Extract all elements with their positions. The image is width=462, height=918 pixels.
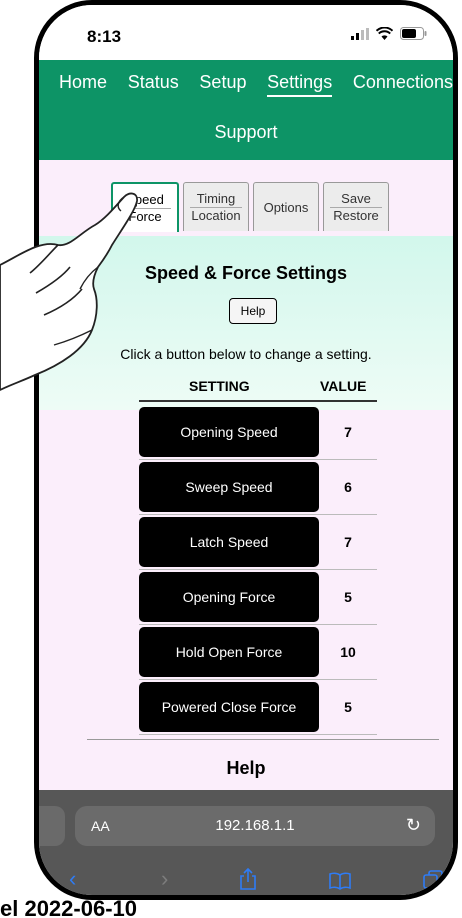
browser-toolbar: AA 192.168.1.1 ↻ ‹ ›: [39, 790, 453, 895]
tab-line1: Save: [341, 191, 371, 206]
opening-speed-value: 7: [344, 424, 352, 440]
table-row: Hold Open Force 10: [139, 625, 377, 680]
tab-save-restore[interactable]: Save Restore: [323, 182, 389, 231]
previous-tab-preview[interactable]: [39, 806, 65, 846]
table-row: Opening Force 5: [139, 570, 377, 625]
header-rule: [139, 400, 377, 402]
hold-open-force-button[interactable]: Hold Open Force: [139, 627, 319, 677]
forward-icon: ›: [161, 866, 169, 891]
tab-line1: Timing: [196, 191, 236, 206]
address-bar[interactable]: AA 192.168.1.1 ↻: [75, 806, 435, 846]
sweep-speed-value: 6: [344, 479, 352, 495]
share-icon[interactable]: [239, 868, 257, 890]
instruction-text: Click a button below to change a setting…: [120, 346, 372, 362]
table-row: Opening Speed 7: [139, 405, 377, 460]
powered-close-force-value: 5: [344, 699, 352, 715]
battery-icon: [400, 27, 427, 40]
table-row: Sweep Speed 6: [139, 460, 377, 515]
nav-setup[interactable]: Setup: [199, 72, 246, 97]
status-time: 8:13: [87, 27, 122, 46]
tab-line1: Options: [263, 199, 309, 215]
nav-row: Home Status Setup Settings Connections: [39, 72, 453, 97]
phone-frame: 8:13 Home Status Setup Settings Connecti…: [34, 0, 458, 900]
help-heading: Help: [226, 758, 266, 778]
tab-options[interactable]: Options: [253, 182, 319, 231]
nav-status[interactable]: Status: [128, 72, 179, 97]
browser-nav-icons: ‹ ›: [39, 858, 453, 895]
table-row: Powered Close Force 5: [139, 680, 377, 735]
tab-line2: Restore: [330, 207, 382, 223]
nav-bar: Home Status Setup Settings Connections S…: [39, 60, 453, 160]
cellular-icon: [351, 27, 369, 40]
status-bar: 8:13: [39, 5, 453, 61]
tab-line2: Location: [190, 207, 242, 223]
nav-settings[interactable]: Settings: [267, 72, 333, 97]
back-icon[interactable]: ‹: [69, 866, 76, 892]
opening-speed-button[interactable]: Opening Speed: [139, 407, 319, 457]
help-button[interactable]: Help: [229, 298, 277, 324]
settings-table: Opening Speed 7 Sweep Speed 6 Latch Spee…: [139, 405, 377, 735]
latch-speed-value: 7: [344, 534, 352, 550]
url-text: 192.168.1.1: [215, 817, 295, 834]
bottom-caption: el 2022-06-10: [0, 900, 462, 918]
wifi-icon: [376, 27, 393, 40]
tab-timing-location[interactable]: Timing Location: [183, 182, 249, 231]
settings-content: Speed Force Timing Location Options Save…: [39, 160, 453, 790]
bookmarks-icon[interactable]: [329, 872, 351, 890]
section-divider: [87, 739, 439, 740]
sweep-speed-button[interactable]: Sweep Speed: [139, 462, 319, 512]
status-icons: [351, 27, 427, 40]
powered-close-force-button[interactable]: Powered Close Force: [139, 682, 319, 732]
tab-line2: Force: [119, 208, 171, 224]
latch-speed-button[interactable]: Latch Speed: [139, 517, 319, 567]
bottom-caption-text: el 2022-06-10: [0, 900, 137, 918]
opening-force-value: 5: [344, 589, 352, 605]
tab-speed-force[interactable]: Speed Force: [111, 182, 179, 232]
nav-support[interactable]: Support: [39, 122, 453, 143]
column-header-setting: SETTING: [189, 378, 250, 394]
reload-icon[interactable]: ↻: [406, 815, 421, 836]
hold-open-force-value: 10: [340, 644, 356, 660]
nav-home[interactable]: Home: [59, 72, 107, 97]
tab-line1: Speed: [126, 192, 164, 207]
settings-tabs: Speed Force Timing Location Options Save…: [111, 182, 389, 232]
nav-connections[interactable]: Connections: [353, 72, 453, 97]
table-row: Latch Speed 7: [139, 515, 377, 570]
column-header-value: VALUE: [320, 378, 367, 394]
page-title: Speed & Force Settings: [144, 263, 348, 283]
opening-force-button[interactable]: Opening Force: [139, 572, 319, 622]
tabs-icon[interactable]: [423, 870, 443, 890]
